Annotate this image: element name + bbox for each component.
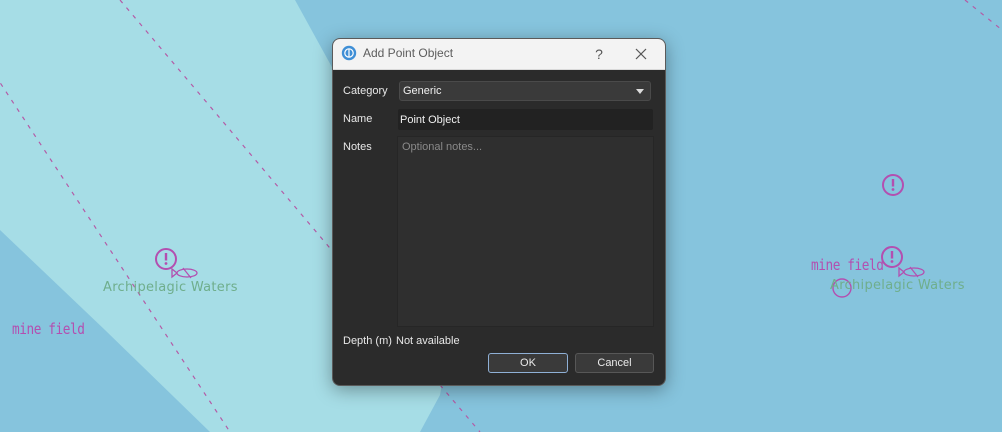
- name-label: Name: [343, 113, 373, 125]
- depth-label: Depth (m): [343, 335, 392, 347]
- map-label-archipelagic-waters: Archipelagic Waters: [830, 278, 965, 293]
- category-label: Category: [343, 85, 388, 97]
- cancel-button[interactable]: Cancel: [575, 353, 654, 373]
- ok-button[interactable]: OK: [488, 353, 568, 373]
- app-logo-icon: [341, 45, 357, 61]
- map-label-archipelagic-waters: Archipelagic Waters: [103, 280, 238, 295]
- help-button[interactable]: ?: [589, 43, 609, 65]
- notes-label: Notes: [343, 141, 372, 153]
- danger-icon: [881, 246, 903, 268]
- close-icon: [635, 48, 647, 60]
- map-label-mine-field: mine field: [12, 320, 85, 338]
- category-select[interactable]: Generic: [399, 81, 651, 101]
- boundary-line-4: [964, 0, 1002, 31]
- fish-icon: [898, 266, 925, 278]
- danger-icon: [882, 174, 904, 196]
- depth-value: Not available: [396, 335, 460, 347]
- notes-textarea[interactable]: [397, 136, 654, 327]
- boundary-line-3: [439, 384, 481, 432]
- chevron-down-icon: [636, 89, 644, 94]
- dialog-title: Add Point Object: [363, 46, 454, 60]
- dialog-titlebar[interactable]: Add Point Object ?: [333, 39, 665, 70]
- map-label-mine-field: mine field: [811, 256, 884, 274]
- add-point-object-dialog: Add Point Object ? Category Generic Name…: [332, 38, 666, 386]
- category-select-value: Generic: [403, 85, 442, 97]
- name-input[interactable]: [398, 109, 653, 130]
- close-button[interactable]: [629, 43, 653, 65]
